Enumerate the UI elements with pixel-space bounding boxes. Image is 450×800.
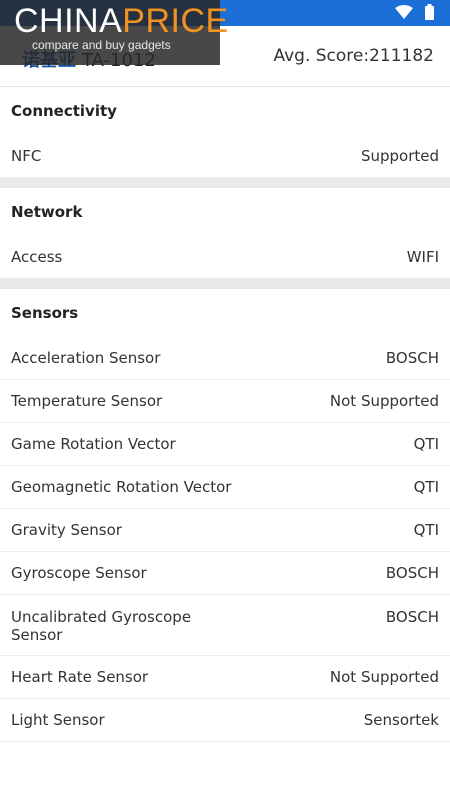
spec-row-heart-rate: Heart Rate Sensor Not Supported bbox=[0, 656, 450, 699]
spec-value: Sensortek bbox=[363, 711, 439, 729]
spec-label: Light Sensor bbox=[11, 711, 105, 729]
spec-row-light: Light Sensor Sensortek bbox=[0, 699, 450, 742]
spec-value: WIFI bbox=[406, 248, 439, 266]
spec-label: Access bbox=[11, 248, 63, 266]
spec-label: NFC bbox=[11, 147, 42, 165]
section-title-network: Network bbox=[11, 203, 83, 221]
spec-row-uncalibrated-gyroscope: Uncalibrated Gyroscope Sensor BOSCH bbox=[0, 595, 450, 656]
spec-row-gyroscope: Gyroscope Sensor BOSCH bbox=[0, 552, 450, 595]
spec-label: Heart Rate Sensor bbox=[11, 668, 149, 686]
section-title-sensors: Sensors bbox=[11, 304, 79, 322]
chinaprice-watermark: CHINAPRICE compare and buy gadgets bbox=[0, 0, 228, 65]
spec-label: Game Rotation Vector bbox=[11, 435, 176, 453]
watermark-logo-part2: PRICE bbox=[122, 2, 229, 40]
average-score: Avg. Score:211182 bbox=[273, 46, 434, 66]
section-title-connectivity: Connectivity bbox=[11, 102, 117, 120]
section-divider bbox=[0, 279, 450, 289]
spec-value: Not Supported bbox=[329, 392, 439, 410]
spec-row-gravity: Gravity Sensor QTI bbox=[0, 509, 450, 552]
spec-label: Acceleration Sensor bbox=[11, 349, 161, 367]
spec-row-nfc: NFC Supported bbox=[0, 135, 450, 178]
spec-value: Not Supported bbox=[329, 668, 439, 686]
watermark-logo: CHINAPRICE bbox=[14, 2, 229, 41]
spec-value: Supported bbox=[360, 147, 439, 165]
spec-value: QTI bbox=[413, 478, 439, 496]
spec-value: BOSCH bbox=[385, 564, 439, 582]
wifi-icon bbox=[395, 5, 413, 19]
spec-list: Connectivity NFC Supported Network Acces… bbox=[0, 87, 450, 742]
spec-row-acceleration: Acceleration Sensor BOSCH bbox=[0, 337, 450, 380]
spec-value: BOSCH bbox=[385, 349, 439, 367]
spec-row-access: Access WIFI bbox=[0, 236, 450, 279]
spec-label: Uncalibrated Gyroscope Sensor bbox=[11, 608, 192, 644]
spec-row-geomagnetic-rotation: Geomagnetic Rotation Vector QTI bbox=[0, 466, 450, 509]
section-divider bbox=[0, 178, 450, 188]
watermark-logo-part1: CHINA bbox=[14, 2, 123, 40]
spec-row-temperature: Temperature Sensor Not Supported bbox=[0, 380, 450, 423]
spec-label: Gyroscope Sensor bbox=[11, 564, 147, 582]
spec-value: QTI bbox=[413, 521, 439, 539]
spec-value: QTI bbox=[413, 435, 439, 453]
spec-row-game-rotation: Game Rotation Vector QTI bbox=[0, 423, 450, 466]
spec-label: Gravity Sensor bbox=[11, 521, 122, 539]
spec-value: BOSCH bbox=[385, 608, 439, 626]
battery-icon bbox=[425, 4, 434, 20]
watermark-tagline: compare and buy gadgets bbox=[32, 38, 171, 52]
spec-label: Temperature Sensor bbox=[11, 392, 163, 410]
spec-label: Geomagnetic Rotation Vector bbox=[11, 478, 232, 496]
